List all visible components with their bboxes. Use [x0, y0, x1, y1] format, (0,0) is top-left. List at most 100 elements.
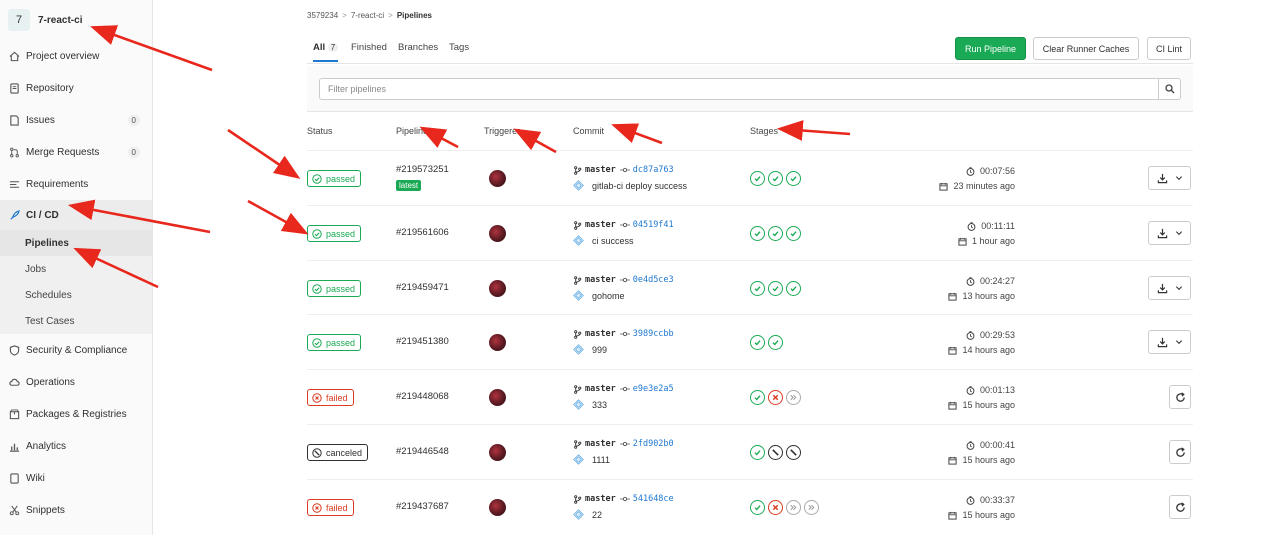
status-badge[interactable]: failed [307, 389, 354, 406]
ci-lint-button[interactable]: CI Lint [1147, 37, 1191, 60]
pipeline-id-link[interactable]: #219459471 [396, 282, 449, 293]
commit-sha-link[interactable]: dc87a763 [633, 165, 674, 175]
tab-all[interactable]: All 7 [313, 42, 339, 62]
commit-message-link[interactable]: 333 [592, 400, 607, 410]
sidebar-item-analytics[interactable]: Analytics [0, 430, 152, 462]
commit-sha-link[interactable]: 0e4d5ce3 [633, 275, 674, 285]
stage-success-icon[interactable] [750, 500, 765, 515]
commit-sha-link[interactable]: 2fd902b0 [633, 439, 674, 449]
stage-skipped-icon[interactable] [786, 500, 801, 515]
stage-failed-icon[interactable] [768, 500, 783, 515]
retry-pipeline-button[interactable] [1169, 495, 1191, 519]
stage-success-icon[interactable] [786, 226, 801, 241]
status-badge[interactable]: passed [307, 225, 362, 242]
tab-branches[interactable]: Branches [398, 42, 438, 53]
commit-message-link[interactable]: gohome [592, 291, 625, 301]
stage-success-icon[interactable] [750, 445, 765, 460]
stage-success-icon[interactable] [786, 281, 801, 296]
triggerer-avatar[interactable] [489, 334, 506, 351]
commit-message-link[interactable]: 22 [592, 510, 602, 520]
retry-pipeline-button[interactable] [1169, 385, 1191, 409]
triggerer-avatar[interactable] [489, 499, 506, 516]
retry-pipeline-button[interactable] [1169, 440, 1191, 464]
triggerer-avatar[interactable] [489, 225, 506, 242]
sidebar-item-issues[interactable]: Issues 0 [0, 104, 152, 136]
branch-name-link[interactable]: master [585, 384, 616, 394]
tab-finished[interactable]: Finished [351, 42, 387, 53]
stage-success-icon[interactable] [750, 171, 765, 186]
stage-success-icon[interactable] [786, 171, 801, 186]
sidebar-item-packages-registries[interactable]: Packages & Registries [0, 398, 152, 430]
pipeline-id-link[interactable]: #219437687 [396, 501, 449, 512]
stage-skipped-icon[interactable] [786, 390, 801, 405]
commit-message-link[interactable]: ci success [592, 236, 634, 246]
triggerer-avatar[interactable] [489, 280, 506, 297]
pipeline-id-link[interactable]: #219448068 [396, 391, 449, 402]
stage-success-icon[interactable] [768, 171, 783, 186]
filter-pipelines-input[interactable]: Filter pipelines [319, 78, 1159, 100]
breadcrumb-group[interactable]: 3579234 [307, 11, 338, 20]
stage-success-icon[interactable] [750, 281, 765, 296]
stage-failed-icon[interactable] [768, 390, 783, 405]
branch-name-link[interactable]: master [585, 165, 616, 175]
status-badge[interactable]: failed [307, 499, 354, 516]
branch-name-link[interactable]: master [585, 220, 616, 230]
download-artifacts-dropdown[interactable] [1148, 166, 1191, 190]
sidebar-item-ci-cd[interactable]: CI / CD [0, 200, 152, 230]
download-artifacts-dropdown[interactable] [1148, 330, 1191, 354]
branch-name-link[interactable]: master [585, 439, 616, 449]
commit-message-link[interactable]: 999 [592, 345, 607, 355]
sidebar-item-repository[interactable]: Repository [0, 72, 152, 104]
stage-success-icon[interactable] [768, 226, 783, 241]
commit-message-link[interactable]: gitlab-ci deploy success [592, 181, 687, 191]
run-pipeline-button[interactable]: Run Pipeline [955, 37, 1026, 60]
commit-sha-link[interactable]: 541648ce [633, 494, 674, 504]
stage-skipped-icon[interactable] [804, 500, 819, 515]
sidebar-item-wiki[interactable]: Wiki [0, 462, 152, 494]
sidebar-subitem-test-cases[interactable]: Test Cases [0, 308, 152, 334]
branch-name-link[interactable]: master [585, 275, 616, 285]
status-badge[interactable]: passed [307, 170, 362, 187]
sidebar-item-security-compliance[interactable]: Security & Compliance [0, 334, 152, 366]
sidebar-subitem-jobs[interactable]: Jobs [0, 256, 152, 282]
status-badge[interactable]: passed [307, 334, 362, 351]
commit-sha-link[interactable]: e9e3e2a5 [633, 384, 674, 394]
download-icon [1157, 228, 1168, 239]
breadcrumb-project[interactable]: 7-react-ci [351, 11, 384, 20]
download-artifacts-dropdown[interactable] [1148, 276, 1191, 300]
triggerer-avatar[interactable] [489, 444, 506, 461]
clear-runner-caches-button[interactable]: Clear Runner Caches [1033, 37, 1139, 60]
commit-sha-link[interactable]: 04519f41 [633, 220, 674, 230]
sidebar-item-merge-requests[interactable]: Merge Requests 0 [0, 136, 152, 168]
triggerer-avatar[interactable] [489, 389, 506, 406]
status-badge[interactable]: canceled [307, 444, 369, 461]
commit-sha-link[interactable]: 3989ccbb [633, 329, 674, 339]
stage-canceled-icon[interactable] [768, 445, 783, 460]
sidebar-subitem-schedules[interactable]: Schedules [0, 282, 152, 308]
stage-canceled-icon[interactable] [786, 445, 801, 460]
stage-success-icon[interactable] [750, 390, 765, 405]
project-header[interactable]: 7 7-react-ci [0, 0, 152, 40]
sidebar-item-snippets[interactable]: Snippets [0, 494, 152, 526]
search-button[interactable] [1158, 78, 1181, 100]
commit-message-link[interactable]: 1111 [592, 455, 610, 465]
tab-tags[interactable]: Tags [449, 42, 469, 53]
sidebar-item-requirements[interactable]: Requirements [0, 168, 152, 200]
triggerer-avatar[interactable] [489, 170, 506, 187]
status-badge[interactable]: passed [307, 280, 362, 297]
pipeline-id-link[interactable]: #219561606 [396, 227, 449, 238]
sidebar-item-project-overview[interactable]: Project overview [0, 40, 152, 72]
stage-success-icon[interactable] [768, 281, 783, 296]
stage-success-icon[interactable] [768, 335, 783, 350]
branch-name-link[interactable]: master [585, 494, 616, 504]
pipeline-id-link[interactable]: #219446548 [396, 446, 449, 457]
stage-success-icon[interactable] [750, 335, 765, 350]
sidebar-subitem-pipelines[interactable]: Pipelines [0, 230, 152, 256]
stage-success-icon[interactable] [750, 226, 765, 241]
download-artifacts-dropdown[interactable] [1148, 221, 1191, 245]
pipeline-id-link[interactable]: #219573251 [396, 164, 449, 175]
sidebar-item-operations[interactable]: Operations [0, 366, 152, 398]
branch-name-link[interactable]: master [585, 329, 616, 339]
annotation-arrow [776, 120, 851, 141]
pipeline-id-link[interactable]: #219451380 [396, 336, 449, 347]
